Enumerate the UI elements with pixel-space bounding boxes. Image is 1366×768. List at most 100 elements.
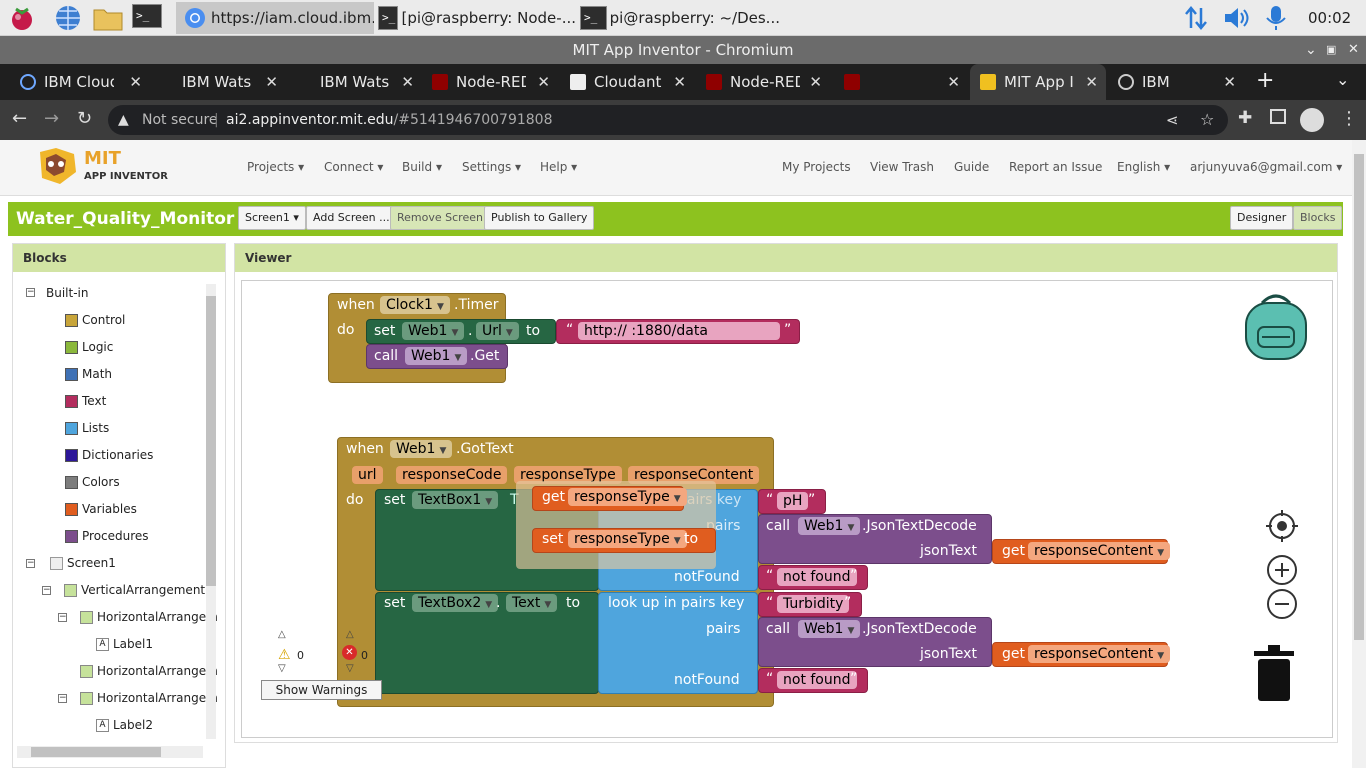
close-tab-icon[interactable]: ✕ — [401, 73, 414, 91]
address-bar[interactable]: ▲ Not secure | ai2.appinventor.mit.edu/#… — [108, 105, 1228, 135]
tab-ibm-watson-2[interactable]: IBM Watso ✕ — [286, 64, 422, 100]
taskbar-task-terminal-1[interactable]: >_ [pi@raspberry: Node-... — [378, 2, 576, 34]
forward-icon[interactable]: → — [44, 108, 59, 129]
share-icon[interactable]: ⋖ — [1166, 105, 1179, 135]
raspberry-menu-icon[interactable] — [8, 4, 36, 32]
textbox1-dropdown[interactable]: TextBox1 ▼ — [412, 491, 499, 509]
param-url[interactable]: url — [352, 466, 383, 484]
blocks-panel-vscroll[interactable] — [206, 284, 216, 739]
volume-icon[interactable] — [1222, 4, 1250, 32]
tab-node-red-1[interactable]: Node-RED ✕ — [422, 64, 558, 100]
not-found-field-1[interactable]: not found — [777, 568, 857, 586]
not-found-field-2[interactable]: not found — [777, 671, 857, 689]
text-property-dropdown[interactable]: Text ▼ — [506, 594, 558, 612]
tree-builtin[interactable]: Built-in — [46, 286, 88, 300]
category-logic[interactable]: Logic — [65, 340, 113, 354]
close-tab-icon[interactable]: ✕ — [129, 73, 142, 91]
link-report-issue[interactable]: Report an Issue — [1009, 160, 1102, 174]
account-menu[interactable]: arjunyuva6@gmail.com ▾ — [1190, 160, 1342, 174]
category-dictionaries[interactable]: Dictionaries — [65, 448, 153, 462]
screen-select[interactable]: Screen1 ▾ — [238, 206, 306, 230]
backpack-icon[interactable] — [1242, 293, 1310, 367]
param-response-code[interactable]: responseCode — [396, 466, 508, 484]
sidepanel-icon[interactable] — [1270, 109, 1286, 124]
tree-horizontal-arrangement[interactable]: HorizontalArrangem — [80, 691, 218, 705]
key-ph-field[interactable]: pH — [777, 492, 809, 510]
menu-build[interactable]: Build ▾ — [402, 160, 442, 174]
file-manager-icon[interactable] — [92, 4, 123, 32]
tab-ibm[interactable]: IBM ✕ — [1108, 64, 1244, 100]
web1-dropdown[interactable]: Web1 ▼ — [390, 440, 453, 458]
tree-label1[interactable]: A Label1 — [96, 637, 153, 651]
web1-dropdown[interactable]: Web1 ▼ — [798, 620, 861, 638]
category-procedures[interactable]: Procedures — [65, 529, 149, 543]
collapse-builtin-icon[interactable]: − — [26, 288, 35, 297]
tab-node-red-2[interactable]: Node-RED ✕ — [694, 64, 830, 100]
close-tab-icon[interactable]: ✕ — [265, 73, 278, 91]
errors-up-arrow-icon[interactable]: △ — [346, 629, 354, 640]
center-view-icon[interactable] — [1266, 510, 1298, 546]
close-tab-icon[interactable]: ✕ — [809, 73, 822, 91]
category-math[interactable]: Math — [65, 367, 112, 381]
microphone-icon[interactable] — [1262, 4, 1290, 32]
tree-screen1[interactable]: Screen1 — [50, 556, 116, 570]
extensions-icon[interactable]: ✚ — [1238, 108, 1252, 128]
key-turbidity-field[interactable]: Turbidity — [777, 595, 850, 613]
show-warnings-button[interactable]: Show Warnings — [261, 680, 382, 700]
response-content-dropdown[interactable]: responseContent ▼ — [1028, 542, 1171, 560]
errors-down-arrow-icon[interactable]: ▽ — [346, 663, 354, 674]
response-content-dropdown[interactable]: responseContent ▼ — [1028, 645, 1171, 663]
menu-settings[interactable]: Settings ▾ — [462, 160, 521, 174]
close-tab-icon[interactable]: ✕ — [537, 73, 550, 91]
clock-component-dropdown[interactable]: Clock1 ▼ — [380, 296, 450, 314]
category-text[interactable]: Text — [65, 394, 106, 408]
network-arrows-icon[interactable] — [1182, 4, 1210, 32]
tree-horizontal-arrangement[interactable]: HorizontalArrangem — [80, 610, 218, 624]
close-tab-icon[interactable]: ✕ — [1223, 73, 1236, 91]
response-type-dropdown[interactable]: responseType ▼ — [568, 488, 687, 506]
menu-kebab-icon[interactable]: ⋮ — [1340, 108, 1358, 129]
menu-help[interactable]: Help ▾ — [540, 160, 577, 174]
collapse-icon[interactable]: − — [58, 613, 67, 622]
close-tab-icon[interactable]: ✕ — [1085, 73, 1098, 91]
tab-ibm-cloud[interactable]: IBM Cloud ✕ — [0, 64, 150, 100]
language-menu[interactable]: English ▾ — [1117, 160, 1170, 174]
blocks-panel-hscroll[interactable] — [17, 746, 203, 758]
browser-launcher-icon[interactable] — [54, 4, 82, 32]
web1-dropdown[interactable]: Web1 ▼ — [798, 517, 861, 535]
menu-connect[interactable]: Connect ▾ — [324, 160, 383, 174]
maximize-icon[interactable]: ▣ — [1326, 36, 1336, 64]
category-lists[interactable]: Lists — [65, 421, 109, 435]
category-colors[interactable]: Colors — [65, 475, 120, 489]
collapse-icon[interactable]: − — [58, 694, 67, 703]
tab-cloudant[interactable]: Cloudant D ✕ — [558, 64, 694, 100]
web1-dropdown[interactable]: Web1 ▼ — [405, 347, 468, 365]
close-tab-icon[interactable]: ✕ — [673, 73, 686, 91]
terminal-launcher-icon[interactable]: >_ — [132, 4, 162, 32]
back-icon[interactable]: ← — [12, 108, 27, 129]
app-inventor-logo[interactable] — [34, 148, 80, 190]
tab-search-icon[interactable]: ⌄ — [1336, 70, 1349, 89]
taskbar-task-chromium[interactable]: https://iam.cloud.ibm... — [176, 2, 374, 34]
profile-icon[interactable] — [1300, 108, 1324, 132]
close-window-icon[interactable]: ✕ — [1348, 36, 1359, 64]
new-tab-icon[interactable]: + — [1256, 68, 1274, 93]
blocks-workspace[interactable]: when Clock1 ▼ .Timer do set Web1 ▼ . Url ▼ … — [241, 280, 1333, 738]
minimize-icon[interactable]: ⌄ — [1305, 36, 1317, 64]
blocks-button[interactable]: Blocks — [1293, 206, 1343, 230]
warnings-up-arrow-icon[interactable]: △ — [278, 629, 286, 640]
remove-screen-button[interactable]: Remove Screen — [390, 206, 490, 230]
category-variables[interactable]: Variables — [65, 502, 137, 516]
page-vertical-scrollbar[interactable] — [1352, 140, 1366, 768]
add-screen-button[interactable]: Add Screen ... — [306, 206, 397, 230]
textbox2-dropdown[interactable]: TextBox2 ▼ — [412, 594, 499, 612]
tab-mit-app-inventor[interactable]: MIT App In ✕ — [970, 64, 1106, 100]
url-property-dropdown[interactable]: Url ▼ — [476, 322, 519, 340]
close-tab-icon[interactable]: ✕ — [947, 73, 960, 91]
category-control[interactable]: Control — [65, 313, 125, 327]
reload-icon[interactable]: ↻ — [77, 108, 92, 129]
zoom-in-icon[interactable] — [1266, 554, 1298, 590]
warnings-down-arrow-icon[interactable]: ▽ — [278, 663, 286, 674]
collapse-icon[interactable]: − — [42, 586, 51, 595]
designer-button[interactable]: Designer — [1230, 206, 1294, 230]
